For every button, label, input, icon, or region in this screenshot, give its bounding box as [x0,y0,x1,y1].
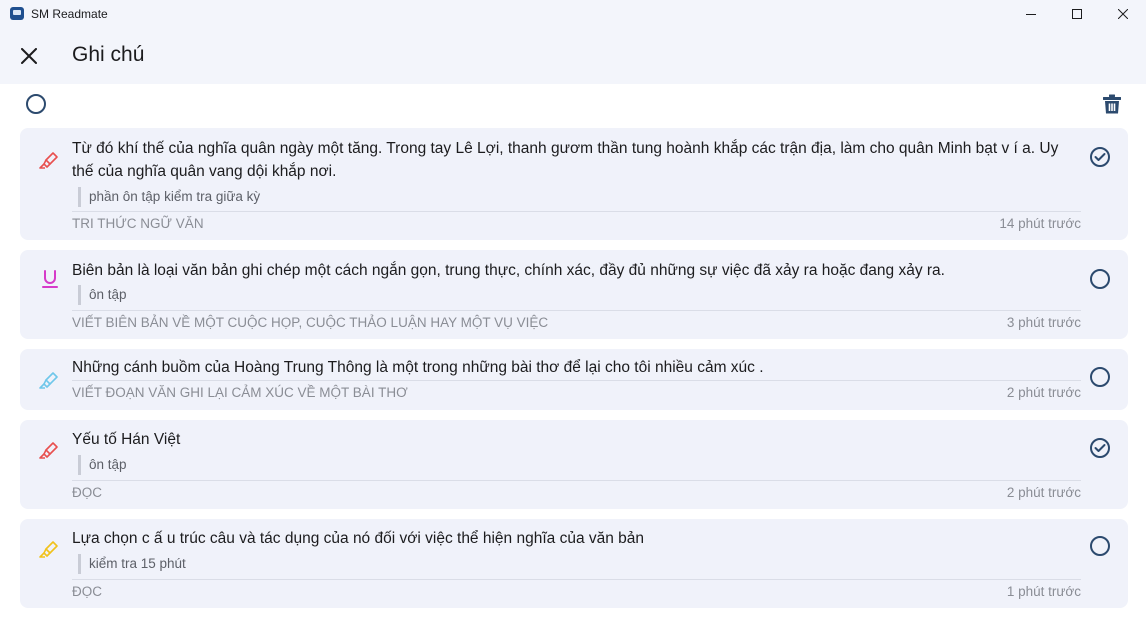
note-time: 2 phút trước [1006,385,1081,400]
note-text: Yếu tố Hán Việt [72,431,181,448]
note-time: 14 phút trước [999,216,1081,231]
note-divider [72,579,1081,580]
note-source: ĐỌC [72,584,102,599]
note-card[interactable]: Từ đó khí thế của nghĩa quân ngày một tă… [20,128,1128,240]
check-circle-icon [1090,147,1110,167]
maximize-icon [1072,8,1082,19]
note-divider [72,480,1081,481]
check-circle-icon [1090,438,1110,458]
note-source: TRI THỨC NGỮ VĂN [72,216,204,231]
note-comment: phần ôn tập kiểm tra giữa kỳ [78,187,260,207]
circle-outline-icon [1090,536,1110,556]
note-card[interactable]: Lựa chọn c ấ u trúc câu và tác dụng của … [20,519,1128,608]
circle-outline-icon [26,94,46,114]
note-time: 1 phút trước [1006,584,1081,599]
note-card[interactable]: Những cánh buồm của Hoàng Trung Thông là… [20,349,1128,410]
note-time: 3 phút trước [1006,315,1081,330]
note-checkbox[interactable] [1088,436,1112,460]
circle-outline-icon [1090,269,1110,289]
close-button[interactable] [18,45,39,66]
highlighter-icon [38,368,62,392]
app-icon [10,7,24,20]
note-text: Những cánh buồm của Hoàng Trung Thông là… [72,359,764,376]
minimize-button[interactable] [1008,0,1054,27]
note-checkbox[interactable] [1088,365,1112,389]
highlighter-icon [38,148,62,172]
delete-button[interactable] [1101,93,1123,115]
trash-icon [1103,94,1121,114]
note-text: Lựa chọn c ấ u trúc câu và tác dụng của … [72,530,645,547]
note-card[interactable]: Biên bản là loại văn bản ghi chép một cá… [20,250,1128,339]
note-comment: kiểm tra 15 phút [78,554,186,574]
note-time: 2 phút trước [1006,485,1081,500]
note-comment: ôn tập [78,285,127,305]
note-checkbox[interactable] [1088,267,1112,291]
highlighter-icon [38,438,62,462]
note-card[interactable]: Yếu tố Hán Việt ôn tập ĐỌC 2 phút trước [20,420,1128,509]
note-divider [72,211,1081,212]
note-divider [72,380,1081,381]
maximize-button[interactable] [1054,0,1100,27]
notes-toolbar [0,91,1146,119]
page-title: Ghi chú [72,43,145,66]
note-source: VIẾT BIÊN BẢN VỀ MỘT CUỘC HỌP, CUỘC THẢO… [72,315,549,330]
circle-outline-icon [1090,367,1110,387]
note-text: Biên bản là loại văn bản ghi chép một cá… [72,262,945,279]
note-source: ĐỌC [72,485,102,500]
note-text: Từ đó khí thế của nghĩa quân ngày một tă… [72,140,1059,180]
note-divider [72,310,1081,311]
underline-icon [38,267,62,291]
minimize-icon [1026,13,1036,15]
window-title: SM Readmate [31,6,108,21]
note-source: VIẾT ĐOẠN VĂN GHI LẠI CẢM XÚC VỀ MỘT BÀI… [72,385,408,400]
app-header: Ghi chú [0,27,1146,84]
window-close-icon [1118,8,1128,19]
select-all-checkbox[interactable] [25,93,47,115]
note-comment: ôn tập [78,455,127,475]
window-titlebar: SM Readmate [0,0,1146,27]
window-close-button[interactable] [1100,0,1146,27]
window-controls [1008,0,1146,27]
note-checkbox[interactable] [1088,145,1112,169]
close-icon [20,47,37,64]
highlighter-icon [38,537,62,561]
note-checkbox[interactable] [1088,534,1112,558]
note-list: Từ đó khí thế của nghĩa quân ngày một tă… [20,128,1128,618]
